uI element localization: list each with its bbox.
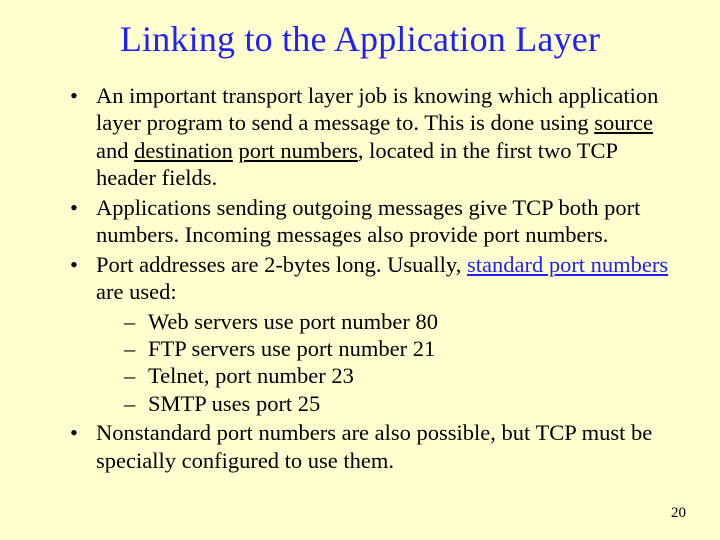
bullet-item: Port addresses are 2-bytes long. Usually… [70, 251, 670, 418]
bullet-item: An important transport layer job is know… [70, 82, 670, 192]
bullet-item: Nonstandard port numbers are also possib… [70, 419, 670, 474]
text-run: are used: [96, 279, 177, 304]
slide: Linking to the Application Layer An impo… [0, 0, 720, 540]
text-run: Applications sending outgoing messages g… [96, 195, 640, 247]
text-run: Telnet, port number 23 [148, 363, 354, 388]
bullet-item: Applications sending outgoing messages g… [70, 194, 670, 249]
sub-item: SMTP uses port 25 [124, 390, 670, 417]
underline-port-numbers: port numbers [238, 138, 357, 163]
underline-destination: destination [134, 138, 233, 163]
text-run: Port addresses are 2-bytes long. Usually… [96, 252, 467, 277]
text-run: SMTP uses port 25 [148, 391, 320, 416]
text-run: and [96, 138, 134, 163]
slide-title: Linking to the Application Layer [50, 18, 670, 60]
bullet-list: An important transport layer job is know… [50, 82, 670, 474]
sub-item: Telnet, port number 23 [124, 362, 670, 389]
page-number: 20 [671, 505, 686, 522]
text-run: FTP servers use port number 21 [148, 336, 435, 361]
sub-list: Web servers use port number 80 FTP serve… [96, 308, 670, 418]
sub-item: FTP servers use port number 21 [124, 335, 670, 362]
link-standard-port-numbers[interactable]: standard port numbers [467, 252, 668, 277]
sub-item: Web servers use port number 80 [124, 308, 670, 335]
text-run: Nonstandard port numbers are also possib… [96, 420, 652, 472]
text-run: Web servers use port number 80 [148, 309, 438, 334]
underline-source: source [594, 110, 653, 135]
text-run: An important transport layer job is know… [96, 83, 658, 135]
